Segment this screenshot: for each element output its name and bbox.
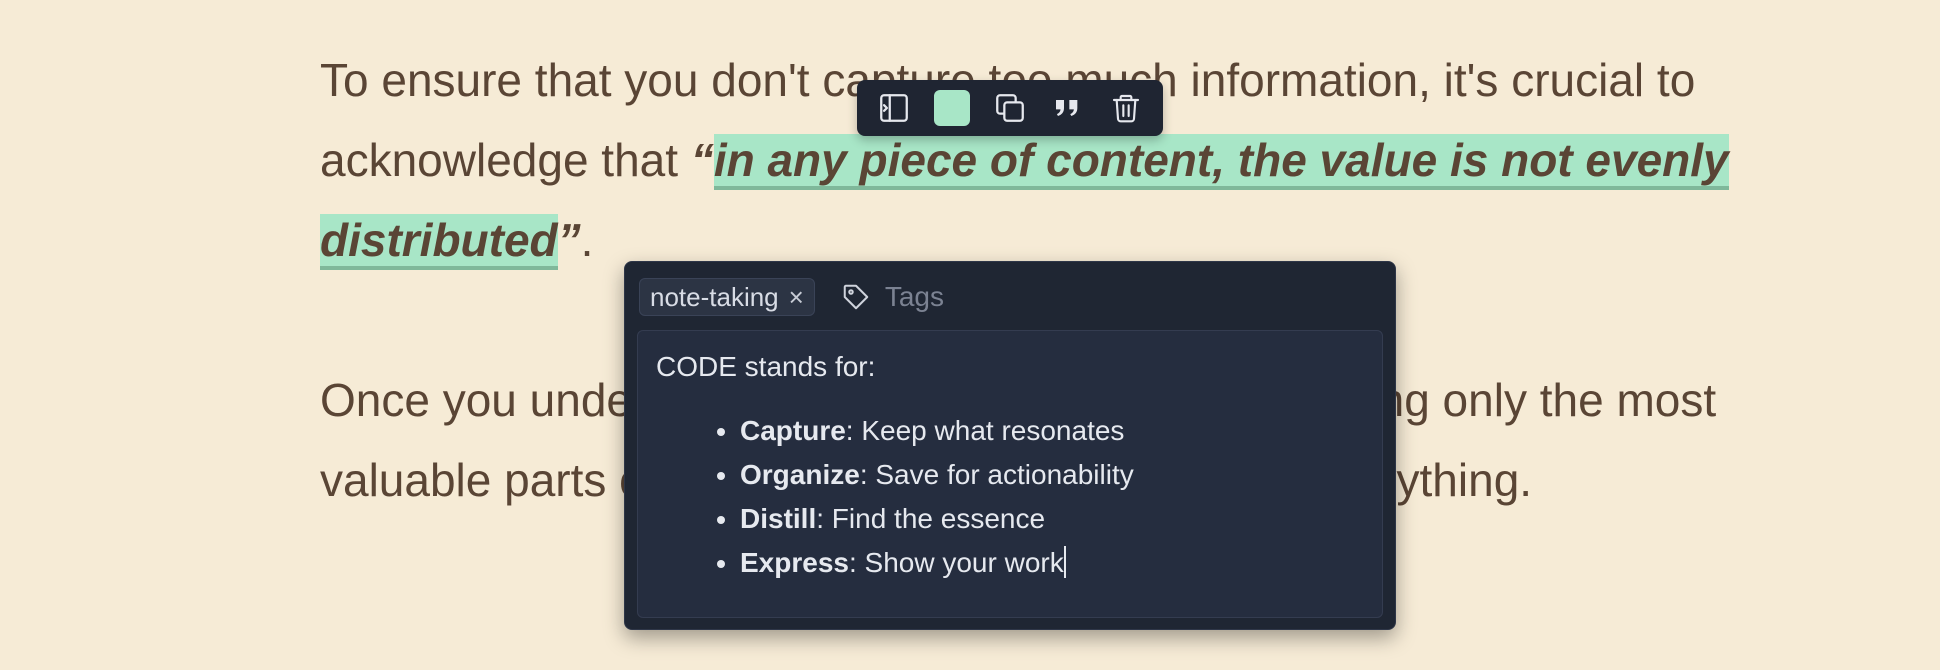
list-item: Capture: Keep what resonates bbox=[740, 409, 1134, 453]
list-item: Distill: Find the essence bbox=[740, 497, 1134, 541]
list-item-term: Organize bbox=[740, 459, 860, 490]
list-item: Express: Show your work bbox=[740, 541, 1134, 585]
list-item: Organize: Save for actionability bbox=[740, 453, 1134, 497]
trash-icon bbox=[1112, 94, 1140, 123]
paragraph-1: To ensure that you don't capture too muc… bbox=[320, 40, 1740, 280]
delete-button[interactable] bbox=[1104, 86, 1148, 130]
tag-row: note-taking × bbox=[639, 277, 1187, 317]
sidebar-panel-icon bbox=[880, 94, 908, 122]
copy-icon bbox=[996, 94, 1024, 122]
note-editor[interactable]: CODE stands for: Capture: Keep what reso… bbox=[637, 330, 1383, 618]
quote-icon bbox=[1056, 100, 1078, 116]
note-intro: CODE stands for: bbox=[656, 351, 876, 382]
list-item-term: Capture bbox=[740, 415, 846, 446]
list-item-term: Express bbox=[740, 547, 849, 578]
highlight-color-swatch bbox=[934, 90, 970, 126]
text-cursor bbox=[1063, 546, 1066, 578]
list-item-desc: : Save for actionability bbox=[859, 459, 1134, 490]
tag-icon bbox=[841, 281, 873, 313]
note-list: Capture: Keep what resonates Organize: S… bbox=[708, 409, 1134, 585]
tag-label: note-taking bbox=[650, 281, 779, 312]
open-quote: “ bbox=[690, 134, 714, 186]
highlight-color-button[interactable] bbox=[930, 86, 974, 130]
highlight-toolbar bbox=[857, 80, 1163, 136]
list-item-term: Distill bbox=[740, 503, 817, 534]
tag-chip[interactable]: note-taking × bbox=[639, 278, 815, 316]
list-item-desc: : Find the essence bbox=[816, 503, 1046, 534]
tags-input[interactable] bbox=[882, 280, 1187, 314]
list-item-desc: : Show your work bbox=[848, 547, 1064, 578]
quote-button[interactable] bbox=[1046, 86, 1090, 130]
note-popover: note-taking × CODE stands for: Capture: … bbox=[624, 261, 1396, 630]
sidebar-panel-button[interactable] bbox=[872, 86, 916, 130]
list-item-desc: : Keep what resonates bbox=[845, 415, 1125, 446]
copy-button[interactable] bbox=[988, 86, 1032, 130]
tag-remove-icon[interactable]: × bbox=[789, 282, 804, 313]
paragraph-1-end: . bbox=[580, 214, 594, 266]
close-quote: ” bbox=[557, 214, 581, 266]
